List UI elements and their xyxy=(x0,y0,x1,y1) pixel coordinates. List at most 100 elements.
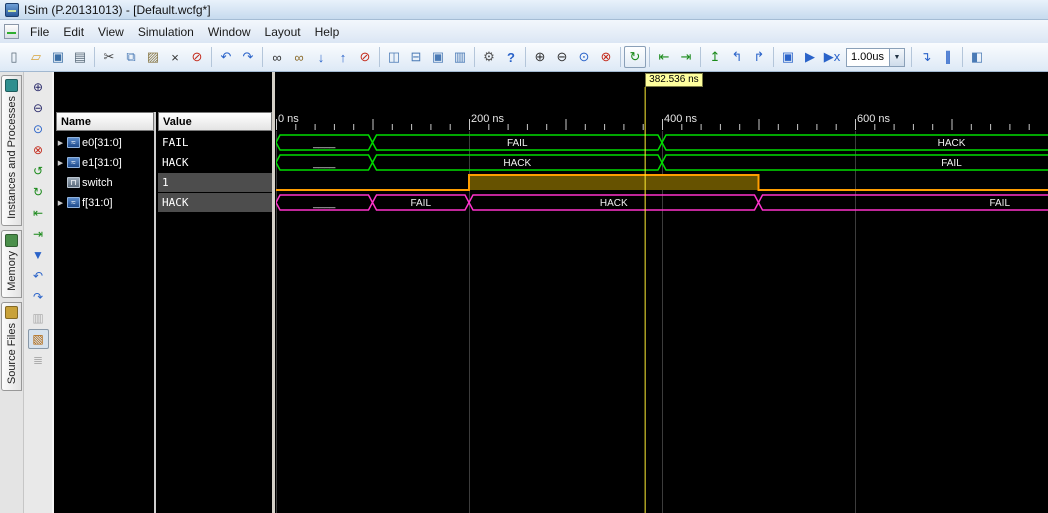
print-icon: ▤ xyxy=(73,49,87,64)
find-next-button[interactable]: ↓ xyxy=(310,46,332,68)
add-marker-button[interactable]: ▼ xyxy=(28,245,49,265)
step-over-button[interactable]: ↱ xyxy=(748,46,770,68)
go-to-latest-time-button[interactable]: ↻ xyxy=(28,182,49,202)
run-all-button[interactable]: ▣ xyxy=(777,46,799,68)
run-for-time-button[interactable]: ▶x xyxy=(821,46,843,68)
side-tab-memory[interactable]: Memory xyxy=(1,229,22,298)
redo-button[interactable]: ↷ xyxy=(237,46,259,68)
cursor-time-label[interactable]: 382.536 ns xyxy=(645,73,703,87)
delete-button[interactable]: × xyxy=(164,46,186,68)
expand-arrow-icon[interactable]: ▶ xyxy=(56,199,65,207)
snap-to-transition-button[interactable]: ▧ xyxy=(27,329,49,349)
delete-icon: × xyxy=(171,49,179,65)
re-launch-button[interactable]: ↻ xyxy=(624,46,646,68)
open-file-button[interactable]: ▱ xyxy=(25,46,47,68)
side-tab-source-files[interactable]: Source Files xyxy=(1,301,22,391)
go-to-previous-transition-button[interactable]: ⇤ xyxy=(653,46,675,68)
next-marker-button[interactable]: ↷ xyxy=(28,287,49,307)
whats-this-help-button[interactable]: ? xyxy=(500,46,522,68)
menu-window[interactable]: Window xyxy=(201,22,258,42)
copy-button[interactable]: ⧉ xyxy=(120,46,142,68)
signal-name-row[interactable]: ▶ ≈ e0[31:0] xyxy=(56,133,154,152)
menu-items: File Edit View Simulation Window Layout Help xyxy=(23,22,346,42)
signal-name-row[interactable]: ⊓ switch xyxy=(56,173,154,192)
undo-button[interactable]: ↶ xyxy=(215,46,237,68)
svg-text:HACK: HACK xyxy=(503,158,531,169)
menu-help[interactable]: Help xyxy=(308,22,347,42)
go-to-next-transition-icon: ⇥ xyxy=(680,49,692,64)
zoom-in-button[interactable]: ⊕ xyxy=(529,46,551,68)
new-file-button[interactable]: ▯ xyxy=(3,46,25,68)
main-area: Instances and Processes Memory Source File… xyxy=(0,72,1048,513)
menu-view[interactable]: View xyxy=(91,22,131,42)
find-button[interactable]: ∞ xyxy=(266,46,288,68)
break-button[interactable]: ∥ xyxy=(937,46,959,68)
run-button[interactable]: ▶ xyxy=(799,46,821,68)
go-to-next-transition-button[interactable]: ⇥ xyxy=(675,46,697,68)
zoom-out-button[interactable]: ⊖ xyxy=(551,46,573,68)
arrange-windows-button[interactable]: ▥ xyxy=(449,46,471,68)
zoom-out-icon: ⊖ xyxy=(32,101,44,115)
menu-simulation[interactable]: Simulation xyxy=(131,22,201,42)
expand-arrow-icon[interactable]: ▶ xyxy=(56,159,65,167)
wave-config-document-icon[interactable] xyxy=(4,24,19,39)
preferences-wrench-button[interactable]: ⚙ xyxy=(478,46,500,68)
waveform-canvas[interactable]: 0 ns 200 ns 400 ns 600 ns ____ FAIL HACK ____ HA… xyxy=(276,72,1048,513)
zoom-to-full-view-button[interactable]: ⊙ xyxy=(573,46,595,68)
value-canvas-splitter[interactable] xyxy=(272,72,275,513)
waveform-svg[interactable]: 0 ns 200 ns 400 ns 600 ns ____ FAIL HACK ____ HA… xyxy=(276,72,1048,513)
value-column-header[interactable]: Value xyxy=(158,112,272,131)
stop-button[interactable]: ⊘ xyxy=(186,46,208,68)
previous-transition-button[interactable]: ⇤ xyxy=(28,203,49,223)
previous-marker-button[interactable]: ↶ xyxy=(28,266,49,286)
step-button[interactable]: ↴ xyxy=(915,46,937,68)
tile-vertically-button[interactable]: ◫ xyxy=(383,46,405,68)
next-transition-icon: ⇥ xyxy=(32,227,44,241)
zoom-in-button[interactable]: ⊕ xyxy=(28,77,49,97)
signal-name-row[interactable]: ▶ ≈ e1[31:0] xyxy=(56,153,154,172)
menu-file[interactable]: File xyxy=(23,22,56,42)
signal-value-cell[interactable]: 1 xyxy=(158,173,272,192)
expand-arrow-icon[interactable]: ▶ xyxy=(56,139,65,147)
zoom-out-button[interactable]: ⊖ xyxy=(28,98,49,118)
save-button[interactable]: ▣ xyxy=(47,46,69,68)
cascade-windows-button[interactable]: ▣ xyxy=(427,46,449,68)
next-marker-icon: ↷ xyxy=(32,290,44,304)
svg-text:FAIL: FAIL xyxy=(989,198,1010,209)
name-value-splitter[interactable] xyxy=(154,112,156,513)
step-return-button[interactable]: ↰ xyxy=(726,46,748,68)
show-measure-button[interactable]: ▥ xyxy=(28,308,49,328)
tile-horizontally-button[interactable]: ⊟ xyxy=(405,46,427,68)
find-in-files-button[interactable]: ∞ xyxy=(288,46,310,68)
zoom-to-cursor-button[interactable]: ⊗ xyxy=(595,46,617,68)
titlebar[interactable]: ISim (P.20131013) - [Default.wcfg*] xyxy=(0,0,1048,20)
name-column-header[interactable]: Name xyxy=(56,112,154,131)
redo-icon: ↷ xyxy=(242,49,254,64)
signal-value-cell[interactable]: FAIL xyxy=(158,133,272,152)
next-transition-button[interactable]: ⇥ xyxy=(28,224,49,244)
restart-button[interactable]: ↥ xyxy=(704,46,726,68)
show-list-button[interactable]: ≣ xyxy=(28,350,49,370)
toolbar-separator xyxy=(94,47,95,67)
menu-edit[interactable]: Edit xyxy=(56,22,91,42)
svg-text:FAIL: FAIL xyxy=(507,138,528,149)
chevron-down-icon[interactable]: ▼ xyxy=(889,48,904,66)
side-tab-instances-and-processes[interactable]: Instances and Processes xyxy=(1,75,22,226)
zoom-to-cursor-button[interactable]: ⊗ xyxy=(28,140,49,160)
signal-name-row[interactable]: ▶ ≈ f[31:0] xyxy=(56,193,154,212)
run-all-icon: ▣ xyxy=(781,49,795,64)
run-time-combo[interactable]: 1.00us ▼ xyxy=(846,47,905,67)
re-launch-partial-button[interactable]: ◧ xyxy=(966,46,988,68)
print-button[interactable]: ▤ xyxy=(69,46,91,68)
cancel-find-button[interactable]: ⊘ xyxy=(354,46,376,68)
cut-button[interactable]: ✂ xyxy=(98,46,120,68)
menu-layout[interactable]: Layout xyxy=(258,22,308,42)
paste-button[interactable]: ▨ xyxy=(142,46,164,68)
signal-value-cell[interactable]: HACK xyxy=(158,193,272,212)
tile-vertically-icon: ◫ xyxy=(387,49,401,64)
find-previous-button[interactable]: ↑ xyxy=(332,46,354,68)
zoom-to-full-view-button[interactable]: ⊙ xyxy=(28,119,49,139)
go-to-time-zero-button[interactable]: ↺ xyxy=(28,161,49,181)
signal-value-cell[interactable]: HACK xyxy=(158,153,272,172)
svg-text:HACK: HACK xyxy=(600,198,628,209)
